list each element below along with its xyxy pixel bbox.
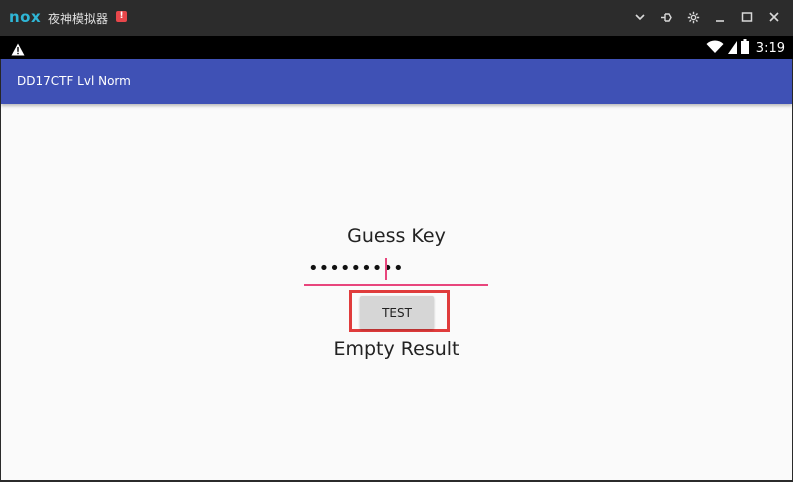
result-label: Empty Result <box>333 338 460 360</box>
app-title: DD17CTF Lvl Norm <box>17 74 131 88</box>
status-clock: 3:19 <box>755 41 785 56</box>
signal-icon <box>727 39 737 58</box>
main-content: Guess Key ••••••••• TEST Empty Result <box>1 104 792 480</box>
text-cursor <box>385 258 387 280</box>
masked-key-text: ••••••••• <box>308 258 404 279</box>
maximize-icon[interactable] <box>738 8 756 26</box>
minimize-icon[interactable] <box>711 8 729 26</box>
key-password-input[interactable]: ••••••••• <box>304 257 488 286</box>
warning-icon <box>11 41 25 60</box>
settings-icon[interactable] <box>684 8 702 26</box>
battery-icon <box>740 39 749 58</box>
pin-icon[interactable] <box>657 8 675 26</box>
test-button[interactable]: TEST <box>360 296 434 329</box>
alert-badge[interactable]: ! <box>116 11 127 22</box>
nox-logo: nox <box>9 8 42 26</box>
chevron-down-icon[interactable] <box>631 8 649 26</box>
wifi-icon <box>706 39 724 58</box>
close-icon[interactable] <box>765 8 783 26</box>
android-status-bar: 3:19 <box>0 36 793 59</box>
emulator-title-bar: nox 夜神模拟器 ! <box>0 0 793 36</box>
guess-key-label: Guess Key <box>347 225 446 247</box>
app-toolbar: DD17CTF Lvl Norm <box>1 59 792 104</box>
status-icons: 3:19 <box>706 39 785 58</box>
window-frame-left <box>0 59 1 482</box>
emulator-title: 夜神模拟器 <box>48 12 109 26</box>
